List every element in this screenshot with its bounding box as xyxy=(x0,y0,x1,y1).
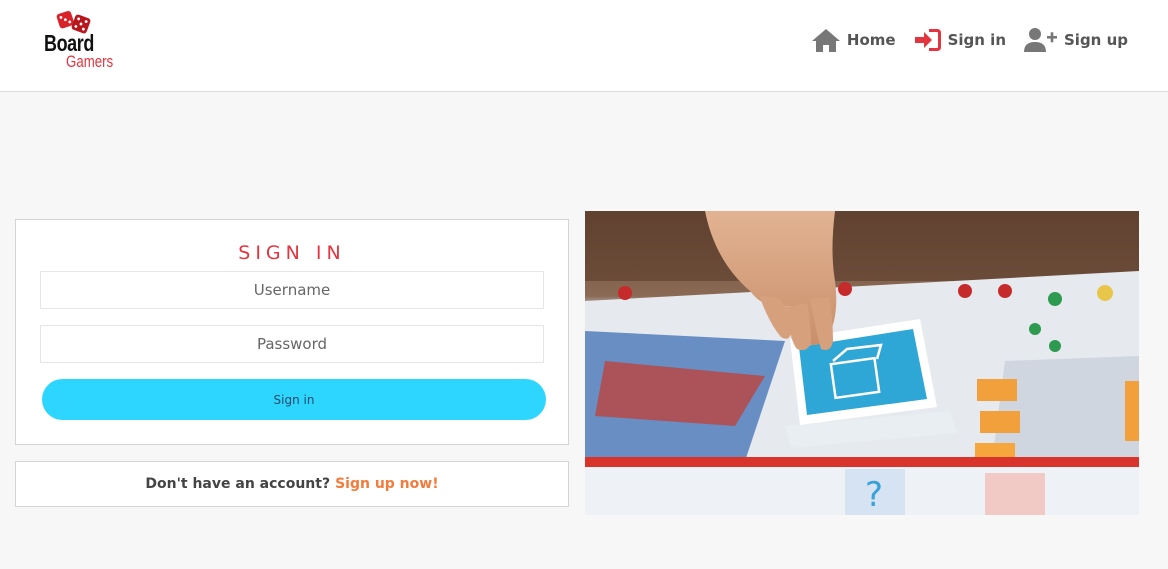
nav-sign-up-label: Sign up xyxy=(1064,31,1128,49)
main-nav: Home Sign in Sign up xyxy=(793,24,1128,56)
site-header: Board Gamers Home Sign in Sign up xyxy=(0,0,1168,92)
nav-sign-in-label: Sign in xyxy=(947,31,1006,49)
hero-image: ? xyxy=(585,211,1139,515)
user-plus-icon xyxy=(1024,28,1057,52)
sign-up-link[interactable]: Sign up now! xyxy=(335,476,439,492)
sign-in-title: SIGN IN xyxy=(238,242,346,264)
sign-up-question: Don't have an account? xyxy=(145,476,331,492)
password-input[interactable] xyxy=(40,325,544,363)
sign-up-prompt-card: Don't have an account? Sign up now! xyxy=(15,461,569,507)
logo-text-gamers: Gamers xyxy=(66,52,114,71)
home-icon xyxy=(811,29,840,52)
nav-sign-up[interactable]: Sign up xyxy=(1024,26,1128,54)
sign-in-icon xyxy=(914,29,941,51)
nav-home[interactable]: Home xyxy=(811,27,896,53)
nav-home-label: Home xyxy=(846,31,896,49)
sign-in-card: SIGN IN Sign in xyxy=(15,219,569,445)
logo[interactable]: Board Gamers xyxy=(40,8,130,74)
nav-sign-in[interactable]: Sign in xyxy=(914,27,1006,53)
svg-text:?: ? xyxy=(865,475,883,515)
sign-in-button[interactable]: Sign in xyxy=(42,379,546,420)
username-input[interactable] xyxy=(40,271,544,309)
board-game-photo: ? xyxy=(585,211,1139,515)
